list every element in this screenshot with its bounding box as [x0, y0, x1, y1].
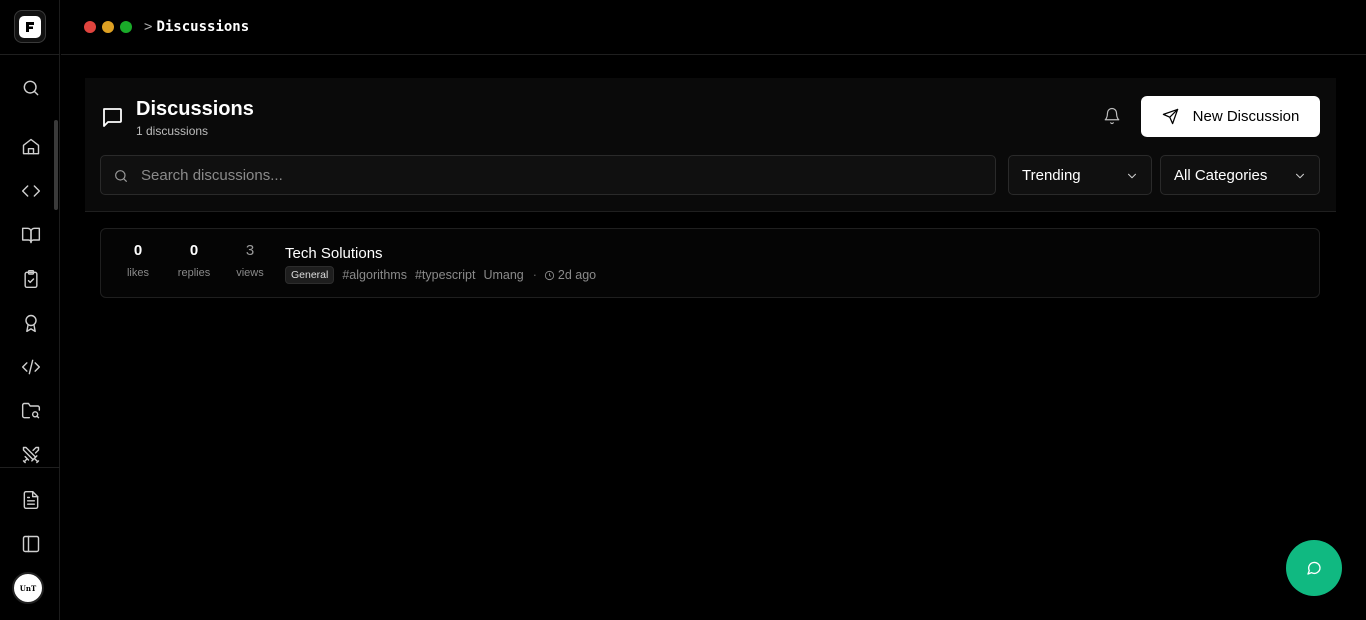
- sidebar-scrollbar[interactable]: [54, 120, 58, 210]
- new-discussion-label: New Discussion: [1192, 108, 1300, 125]
- clock-icon: [544, 270, 554, 280]
- new-discussion-button[interactable]: New Discussion: [1141, 96, 1320, 137]
- sort-select-value: Trending: [1022, 166, 1081, 184]
- logo-icon: [19, 15, 41, 38]
- category-select[interactable]: All Categories: [1160, 155, 1320, 195]
- book-icon[interactable]: [20, 224, 42, 246]
- search-box[interactable]: [100, 155, 996, 195]
- tag[interactable]: #typescript: [415, 268, 475, 282]
- sort-select[interactable]: Trending: [1008, 155, 1152, 195]
- swords-icon[interactable]: [20, 444, 42, 466]
- file-text-icon[interactable]: [20, 489, 42, 511]
- breadcrumb-separator: >: [144, 19, 153, 35]
- chevron-down-icon: [1295, 173, 1305, 179]
- likes-stat[interactable]: 0 likes: [113, 242, 163, 279]
- message-circle-icon: [1307, 561, 1321, 575]
- sidebar-divider: [0, 54, 60, 55]
- chat-fab-button[interactable]: [1286, 540, 1342, 596]
- top-bar: [61, 0, 1366, 55]
- category-badge[interactable]: General: [285, 266, 335, 284]
- search-icon: [115, 170, 127, 182]
- window-minimize-dot[interactable]: [102, 21, 114, 33]
- category-select-value: All Categories: [1174, 166, 1268, 184]
- sidebar: UnT: [0, 0, 60, 620]
- meta-separator: ·: [532, 268, 537, 282]
- clipboard-check-icon[interactable]: [20, 268, 42, 290]
- folder-search-icon[interactable]: [20, 400, 42, 422]
- posted-time: 2d ago: [557, 268, 597, 282]
- likes-count: 0: [133, 242, 143, 259]
- sidebar-divider: [0, 467, 60, 468]
- tag[interactable]: #algorithms: [342, 268, 407, 282]
- search-input[interactable]: [141, 156, 981, 194]
- chevron-down-icon: [1127, 173, 1137, 179]
- views-count: 3: [245, 242, 255, 259]
- views-label: views: [236, 267, 264, 279]
- search-icon[interactable]: [20, 77, 42, 99]
- breadcrumb-current: Discussions: [156, 19, 250, 35]
- discussion-title[interactable]: Tech Solutions: [285, 245, 383, 262]
- author-name[interactable]: Umang: [483, 268, 523, 282]
- likes-label: likes: [126, 267, 149, 279]
- award-icon[interactable]: [20, 312, 42, 334]
- home-icon[interactable]: [20, 136, 42, 158]
- avatar[interactable]: UnT: [12, 572, 44, 604]
- page-title: Discussions: [136, 98, 254, 120]
- views-stat: 3 views: [225, 242, 275, 279]
- message-square-icon: [100, 105, 124, 129]
- discussion-meta: General #algorithms #typescript Umang · …: [285, 266, 596, 284]
- window-close-dot[interactable]: [84, 21, 96, 33]
- bell-icon[interactable]: [1103, 107, 1123, 127]
- replies-label: replies: [177, 267, 211, 279]
- discussion-count: 1 discussions: [136, 124, 209, 138]
- code-icon[interactable]: [20, 180, 42, 202]
- app-logo[interactable]: [14, 10, 46, 43]
- discussion-card[interactable]: 0 likes 0 replies 3 views Tech Solutions…: [100, 228, 1320, 298]
- breadcrumb: > Discussions: [144, 19, 249, 35]
- panel-left-icon[interactable]: [20, 533, 42, 555]
- replies-stat: 0 replies: [169, 242, 219, 279]
- send-icon: [1162, 108, 1178, 125]
- code-xml-icon[interactable]: [20, 356, 42, 378]
- replies-count: 0: [189, 242, 199, 259]
- panel-divider: [85, 211, 1336, 212]
- window-maximize-dot[interactable]: [120, 21, 132, 33]
